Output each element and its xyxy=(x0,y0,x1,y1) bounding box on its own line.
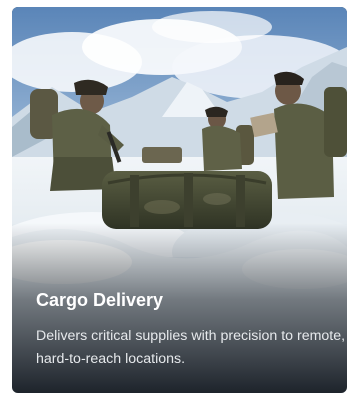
card-description: Delivers critical supplies with precisio… xyxy=(36,328,346,367)
card-title: Cargo Delivery xyxy=(36,290,164,310)
service-card-cargo-delivery[interactable]: Cargo Delivery Delivers critical supplie… xyxy=(12,7,347,393)
